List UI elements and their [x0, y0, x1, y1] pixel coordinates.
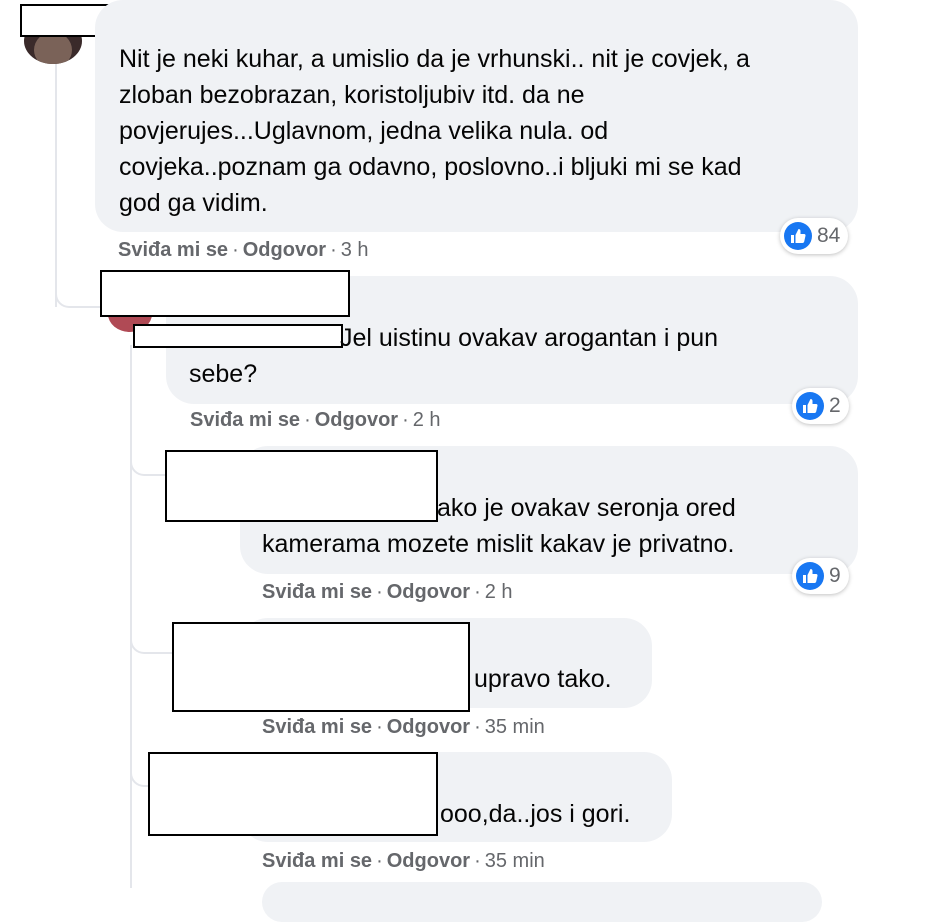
comment-text-line: ako je ovakav seronja ored	[437, 494, 736, 522]
comment-text-line: covjeka..poznam ga odavno, poslovno..i b…	[119, 153, 742, 181]
like-icon	[796, 392, 824, 420]
timestamp[interactable]: 35 min	[485, 716, 545, 738]
thread-connector-reply-3	[130, 622, 176, 654]
like-icon	[784, 222, 812, 250]
timestamp[interactable]: 2 h	[413, 409, 441, 431]
like-link[interactable]: Sviđa mi se	[262, 850, 372, 872]
reaction-badge[interactable]: 84	[780, 218, 849, 254]
separator: ·	[330, 239, 337, 261]
redacted-author-name	[165, 450, 438, 522]
reply-link[interactable]: Odgovor	[315, 409, 398, 431]
comment-text-line: god ga vidim.	[119, 189, 268, 217]
separator: ·	[376, 716, 383, 738]
comment-bubble-partial	[262, 882, 822, 922]
reaction-count: 2	[829, 394, 841, 417]
separator: ·	[474, 581, 481, 603]
like-link[interactable]: Sviđa mi se	[262, 581, 372, 603]
comment-text-line: zloban bezobrazan, koristoljubiv itd. da…	[119, 81, 585, 109]
comment-text-line: povjerujes...Uglavnom, jedna velika nula…	[119, 117, 609, 145]
separator: ·	[304, 409, 311, 431]
reaction-badge[interactable]: 9	[792, 558, 849, 594]
separator: ·	[474, 716, 481, 738]
reaction-count: 9	[829, 564, 841, 587]
separator: ·	[474, 850, 481, 872]
separator: ·	[376, 850, 383, 872]
redacted-author-name	[100, 270, 350, 317]
comment-text-line: kamerama mozete mislit kakav je privatno…	[262, 530, 735, 558]
like-link[interactable]: Sviđa mi se	[190, 409, 300, 431]
comment-text-line: sebe?	[189, 360, 258, 388]
reply-link[interactable]: Odgovor	[243, 239, 326, 261]
reply-link[interactable]: Odgovor	[387, 716, 470, 738]
separator: ·	[232, 239, 239, 261]
like-link[interactable]: Sviđa mi se	[262, 716, 372, 738]
redacted-author-name	[133, 324, 343, 348]
reply-link[interactable]: Odgovor	[387, 850, 470, 872]
thread-connector-reply-2	[130, 440, 168, 476]
comment-text-line: Jel uistinu ovakav arogantan i pun	[340, 324, 719, 352]
like-link[interactable]: Sviđa mi se	[118, 239, 228, 261]
redacted-author-name	[172, 622, 470, 712]
comment-text-line: Nit je neki kuhar, a umislio da je vrhun…	[119, 45, 750, 73]
separator: ·	[376, 581, 383, 603]
reaction-badge[interactable]: 2	[792, 388, 849, 424]
redacted-author-name	[148, 752, 438, 836]
like-icon	[796, 562, 824, 590]
reply-link[interactable]: Odgovor	[387, 581, 470, 603]
separator: ·	[402, 409, 409, 431]
timestamp[interactable]: 2 h	[485, 581, 513, 603]
timestamp[interactable]: 3 h	[341, 239, 369, 261]
comment-text-line: upravo tako.	[474, 665, 612, 693]
timestamp[interactable]: 35 min	[485, 850, 545, 872]
reaction-count: 84	[817, 224, 841, 247]
comment-text-line: ooo,da..jos i gori.	[440, 800, 631, 828]
thread-line-replies	[130, 345, 132, 888]
